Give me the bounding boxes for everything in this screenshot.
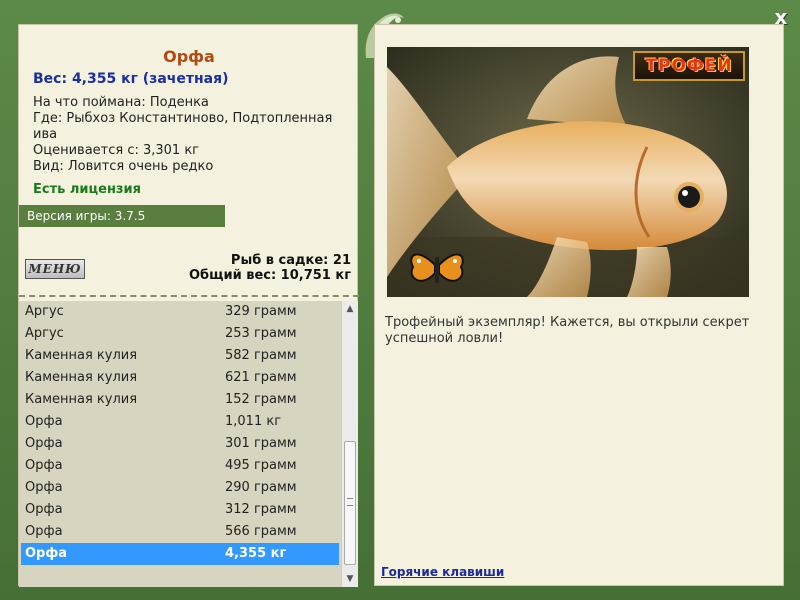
- kind-text: Вид: Ловится очень редко: [33, 159, 214, 174]
- menu-button[interactable]: МЕНЮ: [25, 259, 85, 279]
- trophy-message: Трофейный экземпляр! Кажется, вы открыли…: [385, 315, 750, 346]
- fish-weight-value: 495 грамм: [225, 458, 297, 473]
- trophy-panel: ТРОФЕЙ Трофейный экземпляр! Кажется, вы …: [374, 24, 784, 586]
- cage-total-weight: Общий вес: 10,751 кг: [188, 268, 351, 283]
- list-item[interactable]: Орфа 566 грамм: [19, 521, 341, 543]
- list-item[interactable]: Каменная кулия 582 грамм: [19, 345, 341, 367]
- license-status: Есть лицензия: [33, 182, 141, 197]
- scroll-thumb[interactable]: [344, 441, 356, 565]
- caught-on-text: На что поймана: Поденка: [33, 95, 209, 110]
- fish-name: Орфа: [25, 546, 68, 561]
- divider: [19, 295, 359, 297]
- fish-weight-value: 301 грамм: [225, 436, 297, 451]
- rated-from-text: Оцениваетcя с: 3,301 кг: [33, 143, 200, 158]
- fish-weight-value: 621 грамм: [225, 370, 297, 385]
- fish-weight-value: 290 грамм: [225, 480, 297, 495]
- fish-title: Орфа: [163, 47, 215, 66]
- fish-name: Орфа: [25, 524, 63, 539]
- list-item[interactable]: Орфа 301 грамм: [19, 433, 341, 455]
- list-item[interactable]: Аргус 329 грамм: [19, 301, 341, 323]
- fish-name: Орфа: [25, 436, 63, 451]
- fish-name: Орфа: [25, 502, 63, 517]
- fish-name: Аргус: [25, 326, 64, 341]
- trophy-badge: ТРОФЕЙ: [633, 51, 745, 81]
- fish-weight-value: 253 грамм: [225, 326, 297, 341]
- fish-name: Каменная кулия: [25, 348, 138, 363]
- cage-stats: Рыб в садке: 21 Общий вес: 10,751 кг: [189, 253, 351, 283]
- location-text: Где: Рыбхоз Константиново, Подтопленная …: [33, 111, 333, 142]
- hotkeys-link[interactable]: Горячие клавиши: [381, 565, 504, 579]
- fish-weight-value: 329 грамм: [225, 304, 297, 319]
- fish-weight-value: 566 грамм: [225, 524, 297, 539]
- list-item[interactable]: Орфа 290 грамм: [19, 477, 341, 499]
- list-item[interactable]: Орфа 4,355 кг: [21, 543, 339, 565]
- fish-name: Каменная кулия: [25, 392, 138, 407]
- fish-name: Аргус: [25, 304, 64, 319]
- catch-list-scrollbar[interactable]: ▲ ▼: [341, 301, 358, 587]
- fish-photo: ТРОФЕЙ: [387, 47, 749, 297]
- list-item[interactable]: Каменная кулия 152 грамм: [19, 389, 341, 411]
- fish-weight-value: 1,011 кг: [225, 414, 282, 429]
- fish-details: На что поймана: Поденка Где: Рыбхоз Конс…: [33, 95, 353, 175]
- fish-name: Орфа: [25, 480, 63, 495]
- fish-name: Каменная кулия: [25, 370, 138, 385]
- catch-list[interactable]: Аргус 329 грамм Аргус 253 грамм Каменная кул…: [19, 301, 341, 587]
- version-label: Версия игры: 3.7.5: [19, 205, 225, 227]
- list-item[interactable]: Орфа 495 грамм: [19, 455, 341, 477]
- list-item[interactable]: Орфа 312 грамм: [19, 499, 341, 521]
- fish-weight-value: 152 грамм: [225, 392, 297, 407]
- list-item[interactable]: Каменная кулия 621 грамм: [19, 367, 341, 389]
- fish-weight-value: 582 грамм: [225, 348, 297, 363]
- scroll-up-arrow-icon[interactable]: ▲: [342, 301, 358, 317]
- fish-weight-value: 312 грамм: [225, 502, 297, 517]
- fish-weight-value: 4,355 кг: [225, 546, 287, 561]
- grip-icon: [347, 498, 353, 506]
- fish-photo-image: [387, 47, 749, 297]
- fish-name: Орфа: [25, 458, 63, 473]
- fish-weight: Вес: 4,355 кг (зачетная): [33, 71, 229, 87]
- fish-name: Орфа: [25, 414, 63, 429]
- scroll-down-arrow-icon[interactable]: ▼: [342, 571, 358, 587]
- cage-count: Рыб в садке: 21: [230, 253, 351, 268]
- list-item[interactable]: Аргус 253 грамм: [19, 323, 341, 345]
- fish-info-panel: Орфа Вес: 4,355 кг (зачетная) На что пой…: [18, 24, 359, 587]
- list-item[interactable]: Орфа 1,011 кг: [19, 411, 341, 433]
